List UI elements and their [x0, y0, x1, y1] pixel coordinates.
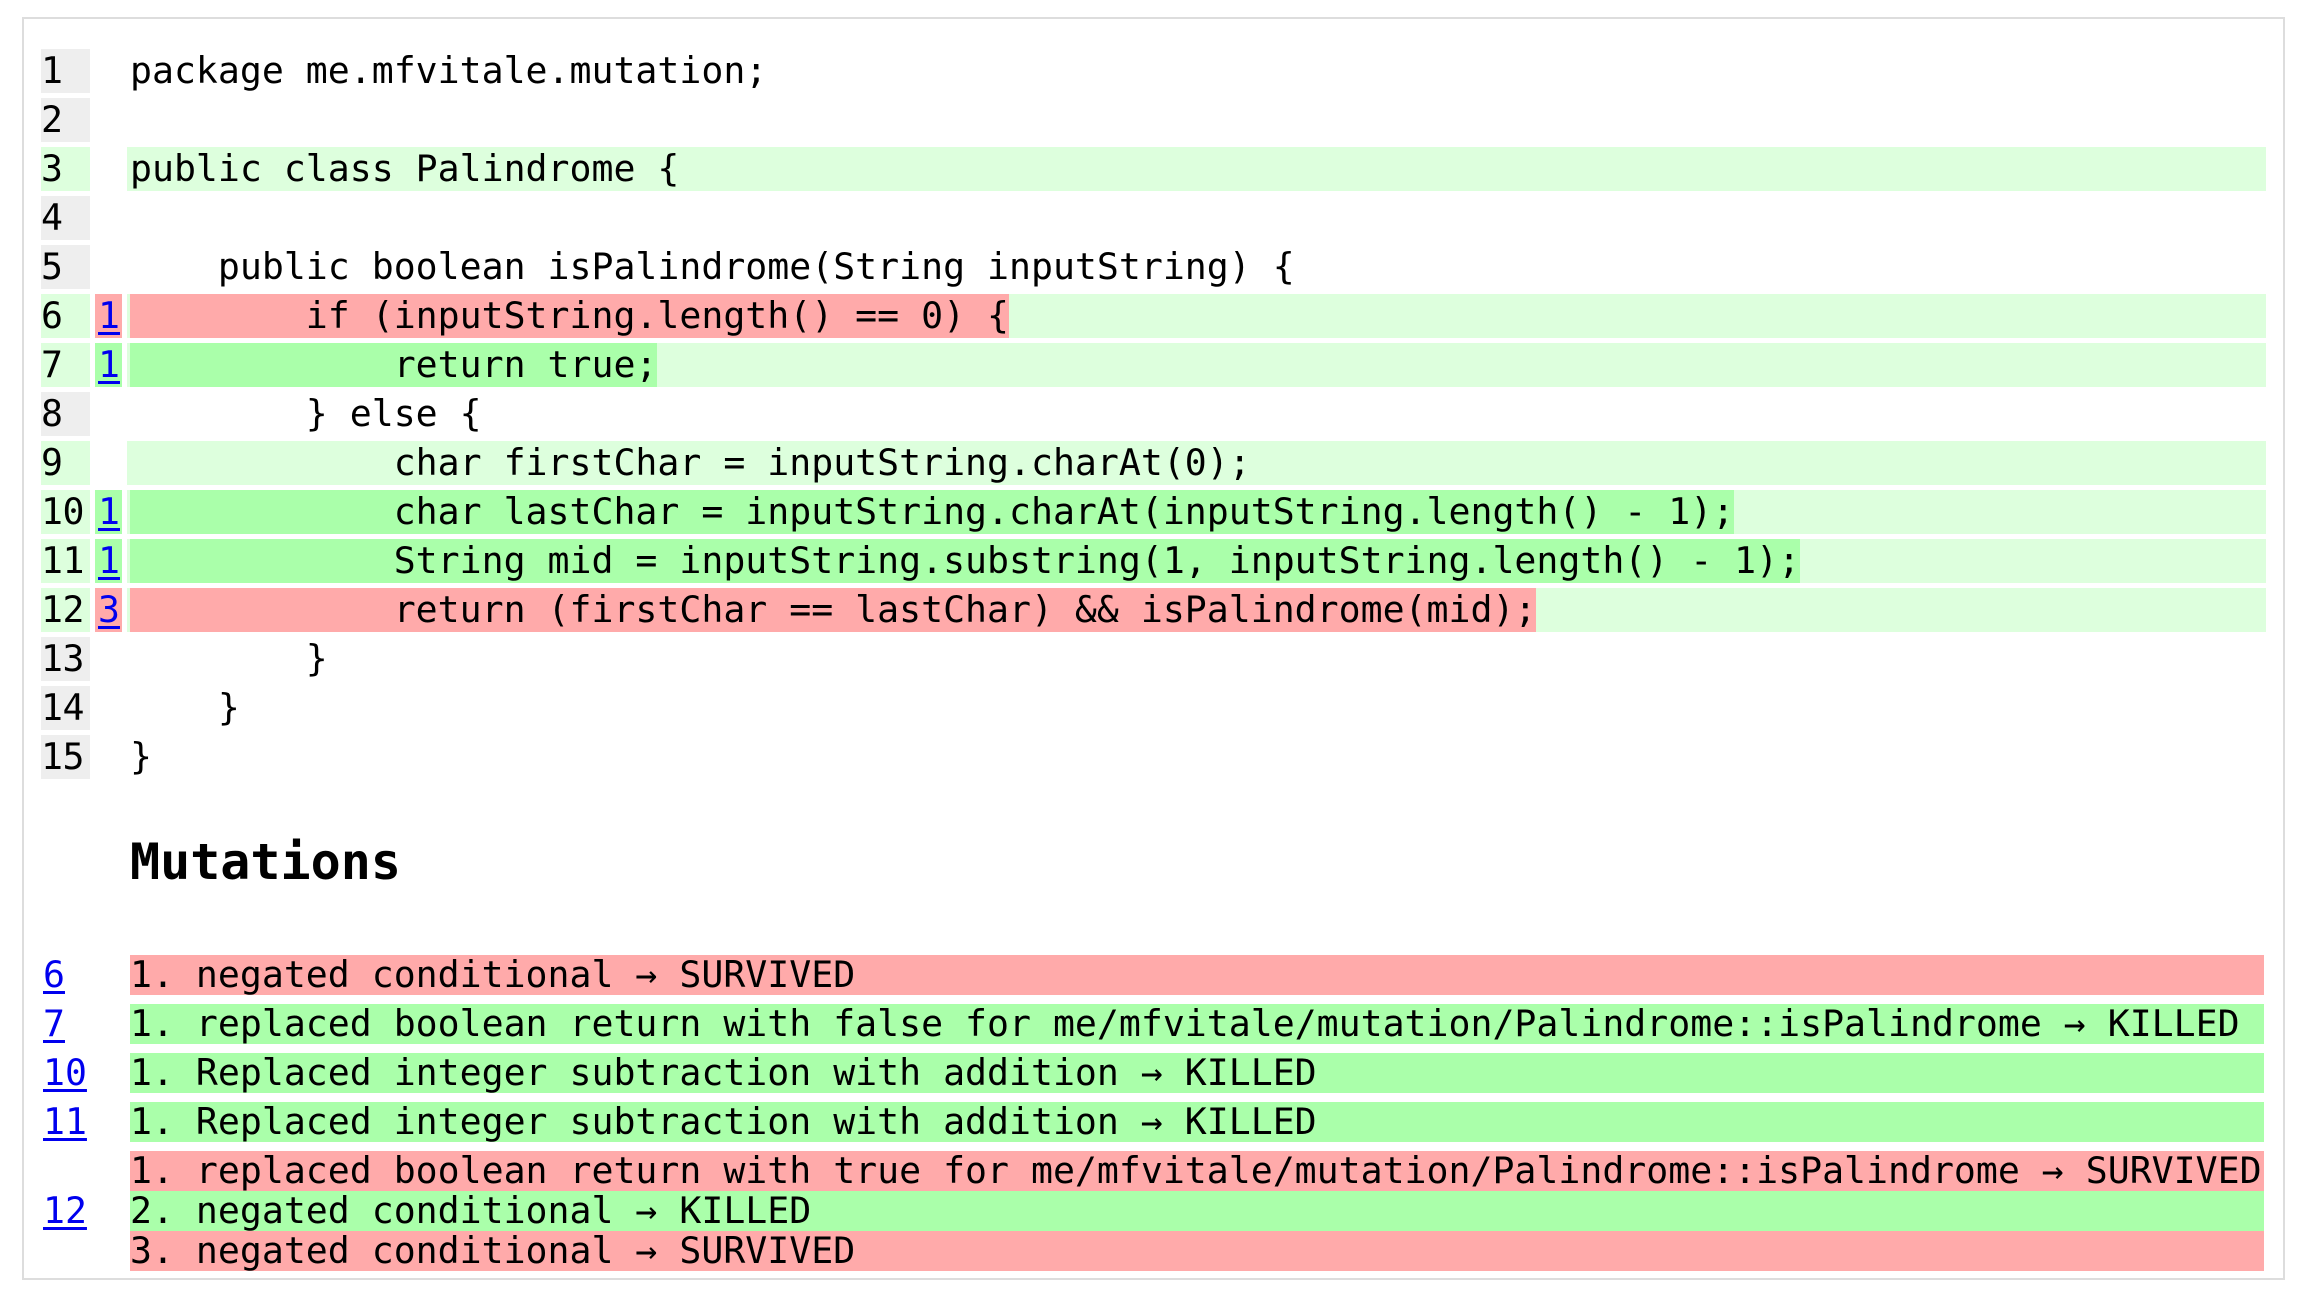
line-number: 9 — [41, 441, 90, 485]
source-line-row: 5 public boolean isPalindrome(String inp… — [41, 245, 2266, 289]
source-line-row: 61 if (inputString.length() == 0) { — [41, 294, 2266, 338]
source-line-row: 13 } — [41, 637, 2266, 681]
code-text: if (inputString.length() == 0) { — [130, 294, 1009, 338]
source-line-row: 14 } — [41, 686, 2266, 730]
source-line-row: 11 1 String mid = inputString.substring(1… — [41, 539, 2266, 583]
source-line-row: 9 char firstChar = inputString.charAt(0)… — [41, 441, 2266, 485]
source-line-row: 1 package me.mfvitale.mutation; — [41, 49, 2266, 93]
code-cell: return true; — [127, 343, 2266, 387]
code-cell: } — [127, 686, 2266, 730]
line-number: 7 — [41, 343, 90, 387]
mutation-count-cell — [95, 686, 122, 730]
line-number: 3 — [41, 147, 90, 191]
line-number: 11 — [41, 539, 90, 583]
mutation-count-cell — [95, 735, 122, 779]
code-text: public boolean isPalindrome(String input… — [130, 245, 1295, 288]
mutation-count-cell: 1 — [95, 490, 122, 534]
mutation-count-cell — [95, 49, 122, 93]
code-text: char lastChar = inputString.charAt(input… — [130, 490, 1735, 534]
mutation-item-killed: 1. Replaced integer subtraction with add… — [130, 1102, 2264, 1142]
line-number: 10 — [41, 490, 90, 534]
source-line-row: 10 1 char lastChar = inputString.charAt(i… — [41, 490, 2266, 534]
mutation-line-link[interactable]: 12 — [43, 1191, 87, 1231]
mutation-count-cell — [95, 392, 122, 436]
mutation-item-killed: 2. negated conditional → KILLED — [130, 1191, 2264, 1231]
code-cell: String mid = inputString.substring(1, in… — [127, 539, 2266, 583]
line-number: 1 — [41, 49, 90, 93]
mutation-item-killed: 1. Replaced integer subtraction with add… — [130, 1053, 2264, 1093]
mutation-count-link[interactable]: 1 — [98, 490, 120, 533]
line-number: 6 — [41, 294, 90, 338]
mutation-count-cell: 3 — [95, 588, 122, 632]
mutation-count-cell — [95, 637, 122, 681]
mutation-line-link[interactable]: 6 — [43, 955, 65, 995]
code-cell — [127, 98, 2266, 142]
code-cell — [127, 196, 2266, 240]
code-cell: package me.mfvitale.mutation; — [127, 49, 2266, 93]
line-number: 8 — [41, 392, 90, 436]
mutation-item-survived: 3. negated conditional → SURVIVED — [130, 1231, 2264, 1271]
mutation-line-link[interactable]: 10 — [43, 1053, 87, 1093]
code-text: } — [130, 686, 240, 729]
source-line-row: 3 public class Palindrome { — [41, 147, 2266, 191]
code-text: } — [130, 735, 152, 778]
mutation-count-link[interactable]: 3 — [98, 588, 120, 631]
mutation-count-cell — [95, 196, 122, 240]
line-number: 15 — [41, 735, 90, 779]
code-text: char firstChar = inputString.charAt(0); — [130, 441, 1251, 484]
mutation-count-cell — [95, 245, 122, 289]
mutation-line-link[interactable]: 11 — [43, 1102, 87, 1142]
code-cell: } — [127, 637, 2266, 681]
code-cell: public boolean isPalindrome(String input… — [127, 245, 2266, 289]
code-text: return (firstChar == lastChar) && isPali… — [130, 588, 1537, 632]
mutation-line-link[interactable]: 7 — [43, 1004, 65, 1044]
mutation-count-cell: 1 — [95, 294, 122, 338]
code-text: public class Palindrome { — [130, 147, 680, 190]
mutation-count-link[interactable]: 1 — [98, 539, 120, 582]
code-text: String mid = inputString.substring(1, in… — [130, 539, 1801, 583]
source-line-row: 2 — [41, 98, 2266, 142]
line-number: 4 — [41, 196, 90, 240]
code-cell: char firstChar = inputString.charAt(0); — [127, 441, 2266, 485]
line-number: 5 — [41, 245, 90, 289]
source-line-row: 71 return true; — [41, 343, 2266, 387]
line-number: 2 — [41, 98, 90, 142]
code-text: } else { — [130, 392, 482, 435]
mutation-item-killed: 1. replaced boolean return with false fo… — [130, 1004, 2264, 1044]
mutation-item-survived: 1. replaced boolean return with true for… — [130, 1151, 2264, 1191]
line-number: 12 — [41, 588, 90, 632]
line-number: 13 — [41, 637, 90, 681]
mutation-count-link[interactable]: 1 — [98, 343, 120, 386]
code-cell: return (firstChar == lastChar) && isPali… — [127, 588, 2266, 632]
line-number: 14 — [41, 686, 90, 730]
mutation-item-survived: 1. negated conditional → SURVIVED — [130, 955, 2264, 995]
source-line-row: 12 3 return (firstChar == lastChar) && is… — [41, 588, 2266, 632]
code-cell: } else { — [127, 392, 2266, 436]
source-line-row: 8 } else { — [41, 392, 2266, 436]
code-text: package me.mfvitale.mutation; — [130, 49, 768, 92]
mutation-count-cell: 1 — [95, 343, 122, 387]
mutation-count-cell — [95, 441, 122, 485]
code-cell: if (inputString.length() == 0) { — [127, 294, 2266, 338]
code-text: return true; — [130, 343, 658, 387]
code-text: } — [130, 637, 328, 680]
mutation-count-cell — [95, 147, 122, 191]
source-line-row: 15} — [41, 735, 2266, 779]
code-cell: } — [127, 735, 2266, 779]
mutation-count-cell — [95, 98, 122, 142]
code-cell: char lastChar = inputString.charAt(input… — [127, 490, 2266, 534]
mutation-count-cell: 1 — [95, 539, 122, 583]
code-cell: public class Palindrome { — [127, 147, 2266, 191]
mutation-count-link[interactable]: 1 — [98, 294, 120, 337]
source-line-row: 4 — [41, 196, 2266, 240]
mutations-heading: Mutations — [130, 833, 401, 891]
